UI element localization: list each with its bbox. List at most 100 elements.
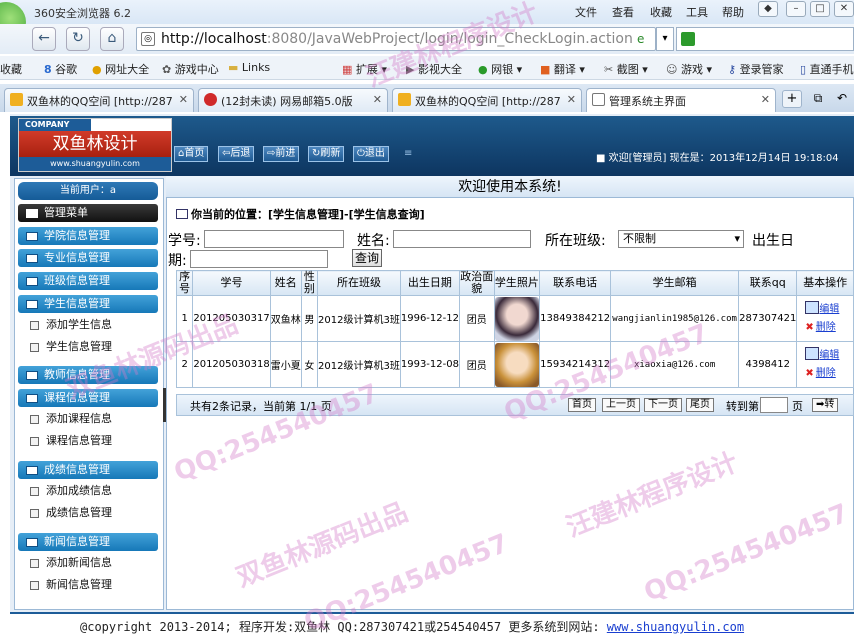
sidebar-item-news-manage[interactable]: 新闻信息管理: [28, 575, 158, 595]
search-engine-icon[interactable]: [681, 32, 695, 46]
sidebar-group-teacher[interactable]: 教师信息管理: [18, 366, 158, 384]
class-select[interactable]: 不限制: [618, 230, 744, 248]
tab-close-icon[interactable]: ✕: [761, 93, 770, 106]
cell-name: 双鱼林: [269, 295, 302, 342]
bookmark-favorites[interactable]: 收藏: [0, 61, 22, 77]
ie-mode-icon[interactable]: e: [637, 32, 651, 46]
home-button[interactable]: ⌂: [100, 27, 124, 51]
forward-nav-button[interactable]: ⇨前进: [263, 146, 300, 162]
back-nav-button[interactable]: ⇦后退: [218, 146, 255, 162]
prev-page-button[interactable]: 上一页: [602, 398, 640, 412]
bookmark-bank[interactable]: ● 网银 ▾: [478, 61, 522, 77]
table-header-row: 序号 学号 姓名 性别 所在班级 出生日期 政治面貌 学生照片 联系电话 学生邮…: [175, 270, 854, 296]
welcome-status: ■ 欢迎[管理员] 现在是：2013年12月14日 19:18:04: [596, 153, 839, 164]
menu-file[interactable]: 文件: [575, 4, 597, 20]
bookmark-screenshot[interactable]: ✂ 截图 ▾: [604, 61, 648, 77]
sidebar-group-news[interactable]: 新闻信息管理: [18, 533, 158, 551]
back-button[interactable]: ←: [32, 27, 56, 51]
menu-view[interactable]: 查看: [612, 4, 634, 20]
delete-icon[interactable]: ✖: [805, 322, 813, 333]
sidebar-item-add-student[interactable]: 添加学生信息: [28, 315, 158, 335]
tab-netease-mail[interactable]: (12封未读) 网易邮箱5.0版 ✕: [198, 88, 388, 112]
folder-icon: [26, 466, 38, 475]
bookmark-games[interactable]: ☺ 游戏 ▾: [666, 61, 712, 77]
browser-title-bar: 360安全浏览器 6.2 文件 查看 收藏 工具 帮助 ◆ – □ ✕: [0, 0, 854, 42]
skin-button[interactable]: ◆: [758, 1, 778, 17]
star-icon: [10, 93, 23, 106]
cell-photo: [493, 295, 541, 342]
sidebar-group-college[interactable]: 学院信息管理: [18, 227, 158, 245]
first-page-button[interactable]: 首页: [568, 398, 596, 412]
home-nav-button[interactable]: ⌂首页: [174, 146, 209, 162]
goto-page-input[interactable]: [760, 397, 788, 413]
delete-icon[interactable]: ✖: [805, 368, 813, 379]
cell-class: 2012级计算机3班: [317, 295, 401, 342]
logo-name: 双鱼林设计: [19, 131, 171, 157]
bookmark-google[interactable]: 8 谷歌: [44, 61, 77, 77]
bookmark-translate[interactable]: ■ 翻译 ▾: [540, 61, 585, 77]
cell-qq: 4398412: [738, 341, 798, 388]
name-input[interactable]: [393, 230, 531, 248]
sidebar-item-add-score[interactable]: 添加成绩信息: [28, 481, 158, 501]
sidebar-group-course[interactable]: 课程信息管理: [18, 389, 158, 407]
tab-back-icon[interactable]: ↶: [832, 90, 852, 108]
menu-tools[interactable]: 工具: [686, 4, 708, 20]
menu-favorites[interactable]: 收藏: [650, 4, 672, 20]
bookmark-links[interactable]: ▬ Links: [228, 61, 270, 74]
footer: @copyright 2013-2014; 程序开发:双鱼林 QQ:287307…: [10, 612, 854, 640]
sidebar-item-course-manage[interactable]: 课程信息管理: [28, 431, 158, 451]
goto-button[interactable]: ➡转: [812, 398, 839, 412]
bookmark-login-manager[interactable]: ⚷ 登录管家: [728, 61, 784, 77]
tab-close-icon[interactable]: ✕: [567, 93, 576, 106]
last-page-button[interactable]: 尾页: [686, 398, 714, 412]
page-info: 共有2条记录，当前第 1/1 页: [190, 400, 332, 413]
student-no-input[interactable]: [204, 230, 344, 248]
doc-icon: [30, 559, 39, 568]
refresh-nav-button[interactable]: ↻刷新: [308, 146, 345, 162]
delete-link[interactable]: 删除: [816, 368, 836, 379]
bookmark-phone[interactable]: ▯ 直通手机: [800, 61, 854, 77]
edit-link[interactable]: 编辑: [819, 350, 839, 361]
tab-bar: 双鱼林的QQ空间 [http://287 ✕ (12封未读) 网易邮箱5.0版 ✕ …: [0, 84, 854, 112]
new-tab-button[interactable]: +: [782, 90, 802, 108]
th-birth: 出生日期: [399, 270, 460, 296]
sidebar-item-add-news[interactable]: 添加新闻信息: [28, 553, 158, 573]
bookmark-extensions[interactable]: ▦ 扩展 ▾: [342, 61, 387, 77]
close-window-button[interactable]: ✕: [834, 1, 854, 17]
sidebar-group-major[interactable]: 专业信息管理: [18, 249, 158, 267]
tab-qq-space-1[interactable]: 双鱼林的QQ空间 [http://287 ✕: [4, 88, 194, 112]
name-label: 姓名:: [357, 233, 390, 249]
sidebar-item-add-course[interactable]: 添加课程信息: [28, 409, 158, 429]
url-dropdown-icon[interactable]: ▾: [656, 27, 674, 51]
bookmark-sites[interactable]: ● 网址大全: [92, 61, 149, 77]
minimize-button[interactable]: –: [786, 1, 806, 17]
edit-icon[interactable]: [805, 346, 820, 360]
logout-nav-button[interactable]: ⏻退出: [353, 146, 389, 162]
bookmark-video[interactable]: ▶ 影视大全: [406, 61, 462, 77]
sidebar-group-score[interactable]: 成绩信息管理: [18, 461, 158, 479]
tab-close-icon[interactable]: ✕: [373, 93, 382, 106]
tab-qq-space-2[interactable]: 双鱼林的QQ空间 [http://287 ✕: [392, 88, 582, 112]
sidebar-group-class[interactable]: 班级信息管理: [18, 272, 158, 290]
sidebar-item-score-manage[interactable]: 成绩信息管理: [28, 503, 158, 523]
url-input[interactable]: ◎ http://localhost:8080/JavaWebProject/l…: [136, 27, 656, 51]
footer-link[interactable]: www.shuangyulin.com: [607, 620, 744, 634]
bookmark-games-center[interactable]: ✿ 游戏中心: [162, 61, 219, 77]
birth-date-input[interactable]: [190, 250, 328, 268]
menu-help[interactable]: 帮助: [722, 4, 744, 20]
sidebar-group-student[interactable]: 学生信息管理: [18, 295, 158, 313]
delete-link[interactable]: 删除: [816, 322, 836, 333]
query-button[interactable]: 查询: [352, 249, 382, 267]
tab-close-icon[interactable]: ✕: [179, 93, 188, 106]
edit-icon[interactable]: [805, 300, 820, 314]
th-student-no: 学号: [192, 270, 271, 296]
next-page-button[interactable]: 下一页: [644, 398, 682, 412]
refresh-button[interactable]: ↻: [66, 27, 90, 51]
search-input[interactable]: [676, 27, 854, 51]
tab-admin-main[interactable]: 管理系统主界面 ✕: [586, 88, 776, 112]
edit-link[interactable]: 编辑: [819, 304, 839, 315]
maximize-button[interactable]: □: [810, 1, 830, 17]
company-logo: COMPANY 双鱼林设计 www.shuangyulin.com: [18, 118, 172, 172]
sidebar-item-student-manage[interactable]: 学生信息管理: [28, 337, 158, 357]
tab-restore-icon[interactable]: ⧉: [808, 90, 828, 108]
